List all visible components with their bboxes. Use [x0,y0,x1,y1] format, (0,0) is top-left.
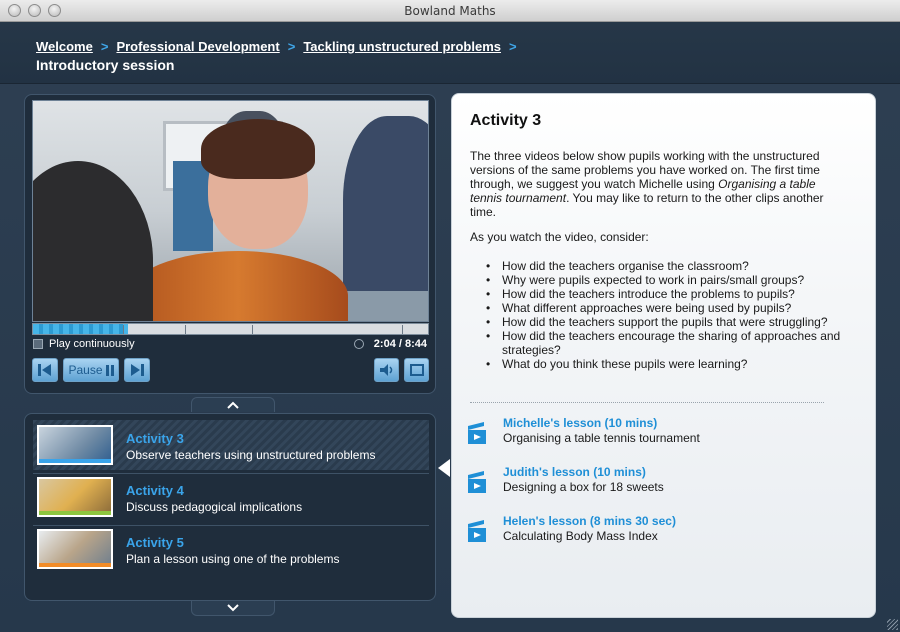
play-continuously-label: Play continuously [49,338,135,350]
timecode-text: 2:04 / 8:44 [373,338,427,350]
video-clip-icon [468,422,486,444]
header: Welcome > Professional Development > Tacklin… [0,22,900,84]
question-item: How did the teachers introduce the probl… [486,287,846,301]
video-scene-teacher-hair [201,119,315,179]
breadcrumb: Welcome > Professional Development > Tacklin… [36,39,525,54]
activity-content-panel: Activity 3 The three videos below show p… [451,93,876,618]
window-titlebar: Bowland Maths [0,0,900,22]
activity-thumbnail [37,425,113,465]
activity-description: Plan a lesson using one of the problems [126,552,340,566]
selection-pointer [438,459,450,477]
video-frame[interactable] [32,100,429,322]
content-title: Activity 3 [470,112,542,129]
play-continuously-checkbox[interactable] [33,339,43,349]
activity-title: Activity 4 [126,483,184,498]
lesson-link-judith[interactable]: Judith's lesson (10 mins) Designing a bo… [466,465,846,501]
activity-description: Observe teachers using unstructured prob… [126,448,376,462]
breadcrumb-tackling-unstructured-problems[interactable]: Tackling unstructured problems [303,39,501,54]
question-list: How did the teachers organise the classr… [486,259,846,371]
skip-forward-icon [131,364,144,376]
play-continuously-toggle[interactable]: Play continuously [33,338,135,350]
lesson-link-michelle[interactable]: Michelle's lesson (10 mins) Organising a… [466,416,846,452]
activity-thumbnail [37,477,113,517]
chevron-up-icon [227,401,239,409]
breadcrumb-professional-development[interactable]: Professional Development [116,39,279,54]
video-clip-icon [468,471,486,493]
breadcrumb-separator: > [100,39,109,54]
question-item: Why were pupils expected to work in pair… [486,273,846,287]
page-title: Introductory session [36,57,175,73]
lesson-title[interactable]: Judith's lesson (10 mins) [503,465,646,479]
thumbnail-accent-bar [39,563,111,567]
video-clip-icon [468,520,486,542]
clock-icon [353,339,364,349]
divider [470,402,824,403]
timecode: 2:04 / 8:44 [353,338,427,350]
question-item: How did the teachers organise the classr… [486,259,846,273]
activity-item-5[interactable]: Activity 5 Plan a lesson using one of th… [33,524,429,574]
volume-icon [379,364,392,376]
activity-description: Discuss pedagogical implications [126,500,303,514]
activity-title: Activity 5 [126,535,184,550]
lesson-subtitle: Designing a box for 18 sweets [503,480,664,494]
progress-chapter-mark [402,325,403,334]
lesson-subtitle: Calculating Body Mass Index [503,529,658,543]
video-scene-shelf [173,161,213,251]
question-item: What do you think these pupils were lear… [486,357,846,371]
pause-icon [105,364,114,376]
video-progress-fill [33,324,128,334]
consider-text: As you watch the video, consider: [470,230,649,244]
skip-back-icon [38,364,51,376]
scroll-up-tab[interactable] [191,397,275,412]
progress-chapter-mark [123,325,124,334]
breadcrumb-separator: > [509,39,517,54]
lesson-link-helen[interactable]: Helen's lesson (8 mins 30 sec) Calculati… [466,514,846,550]
next-button[interactable] [124,358,150,382]
lesson-title[interactable]: Helen's lesson (8 mins 30 sec) [503,514,676,528]
question-item: What different approaches were being use… [486,301,846,315]
volume-button[interactable] [374,358,399,382]
lesson-title[interactable]: Michelle's lesson (10 mins) [503,416,657,430]
previous-button[interactable] [32,358,58,382]
video-player: Play continuously 2:04 / 8:44 Pause [24,94,436,394]
fullscreen-button[interactable] [404,358,429,382]
breadcrumb-separator: > [287,39,296,54]
resize-grip[interactable] [887,619,898,630]
fullscreen-icon [409,364,424,376]
chevron-down-icon [227,604,239,612]
scroll-down-tab[interactable] [191,601,275,616]
progress-chapter-mark [185,325,186,334]
activity-item-3[interactable]: Activity 3 Observe teachers using unstru… [33,420,429,470]
question-item: How did the teachers encourage the shari… [486,329,846,357]
question-item: How did the teachers support the pupils … [486,315,846,329]
intro-paragraph: The three videos below show pupils worki… [470,149,835,219]
pause-button[interactable]: Pause [63,358,119,382]
lesson-subtitle: Organising a table tennis tournament [503,431,700,445]
activity-list: Activity 3 Observe teachers using unstru… [24,413,436,601]
pause-label: Pause [68,363,103,377]
window-title: Bowland Maths [404,4,496,18]
activity-thumbnail [37,529,113,569]
activity-item-4[interactable]: Activity 4 Discuss pedagogical implicati… [33,472,429,522]
activity-title: Activity 3 [126,431,184,446]
thumbnail-accent-bar [39,511,111,515]
progress-chapter-mark [252,325,253,334]
breadcrumb-welcome[interactable]: Welcome [36,39,93,54]
thumbnail-accent-bar [39,459,111,463]
video-progress-bar[interactable] [32,323,429,335]
app-area: Welcome > Professional Development > Tacklin… [0,22,900,632]
